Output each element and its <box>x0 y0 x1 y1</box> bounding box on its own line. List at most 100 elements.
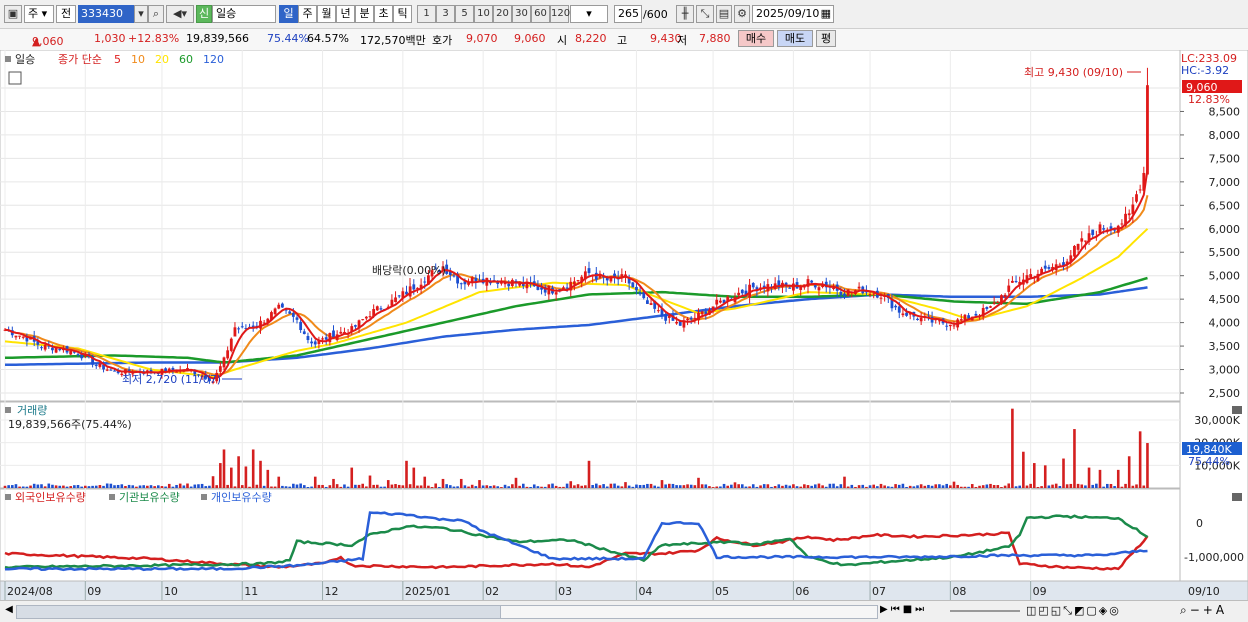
stock-chart[interactable]: 8,500 8,000 7,500 7,000 6,500 6,000 5,500 5,000… <box>0 49 1248 602</box>
volume-bar <box>609 483 613 488</box>
scroll-thumb[interactable] <box>500 605 878 619</box>
holders-close-icon[interactable] <box>1232 493 1242 501</box>
draw-tool-icon[interactable]: ⤡ <box>696 5 714 23</box>
volume-bar <box>251 449 255 488</box>
volume-bar <box>405 460 408 488</box>
interval-button-10[interactable]: 10 <box>474 5 493 23</box>
volume-bar <box>456 486 459 488</box>
period-tab-4[interactable]: 분 <box>355 5 374 23</box>
candle-body <box>299 321 303 331</box>
volume-bar <box>1040 486 1043 488</box>
candle-body <box>277 304 281 309</box>
volume-bar <box>1120 486 1124 488</box>
period-tab-3[interactable]: 년 <box>336 5 355 23</box>
count-max: /600 <box>643 8 668 21</box>
volume-bar <box>861 484 865 488</box>
period-tab-2[interactable]: 월 <box>317 5 336 23</box>
prev-button[interactable]: 전 <box>56 5 76 23</box>
zoom-slider[interactable] <box>950 610 1020 612</box>
zoom-controls[interactable]: ⌕−+A <box>1180 603 1227 618</box>
sound-icon[interactable]: ◀▾ <box>166 5 194 23</box>
volume-bar <box>219 463 222 488</box>
candle-body <box>375 306 379 311</box>
period-tab-1[interactable]: 주 <box>298 5 317 23</box>
interval-button-1[interactable]: 1 <box>417 5 436 23</box>
stock-code-input[interactable]: 333430 <box>78 5 134 23</box>
scroll-left-icon[interactable]: ◀ <box>3 604 15 618</box>
volume-bar <box>416 485 419 488</box>
period-tab-0[interactable]: 일 <box>279 5 298 23</box>
interval-custom-select[interactable]: ▾ <box>570 5 608 23</box>
market-select[interactable]: 주 ▾ <box>24 5 54 23</box>
interval-button-3[interactable]: 3 <box>436 5 455 23</box>
interval-button-5[interactable]: 5 <box>455 5 474 23</box>
playback-controls[interactable]: ▶⏮■⏭ <box>880 604 927 615</box>
candle-body <box>1011 280 1014 283</box>
candle-body <box>240 326 244 328</box>
price-panel[interactable] <box>0 49 1181 402</box>
volume-bar <box>255 484 259 488</box>
candle-type-icon[interactable]: ╫ <box>676 5 694 23</box>
period-tab-5[interactable]: 초 <box>374 5 393 23</box>
period-tab-6[interactable]: 틱 <box>393 5 412 23</box>
calendar-icon[interactable]: ▦ <box>821 6 831 22</box>
panel-menu-icon[interactable] <box>5 56 11 62</box>
volume-bar <box>671 483 675 488</box>
volume-bar <box>989 483 992 488</box>
volume-menu-icon[interactable] <box>5 407 11 413</box>
buy-button[interactable]: 매수 <box>738 30 774 47</box>
volume-bar <box>956 484 959 488</box>
layout-icon[interactable]: ▣ <box>4 5 22 23</box>
volume-bar <box>762 484 766 488</box>
candle-body <box>879 297 883 299</box>
volume-bar <box>806 485 810 488</box>
interval-button-30[interactable]: 30 <box>512 5 531 23</box>
volume-bar <box>303 485 306 488</box>
volume-bar <box>605 486 609 488</box>
scroll-track[interactable] <box>16 605 502 619</box>
candle-body <box>423 281 427 283</box>
volume-close-icon[interactable] <box>1232 406 1242 414</box>
price-tick-label: 8,500 <box>1209 105 1241 118</box>
x-tick-label: 03 <box>558 585 572 598</box>
low-price: 7,880 <box>699 32 731 45</box>
candle-body <box>1120 223 1124 225</box>
volume-bar <box>434 483 437 488</box>
candle-body <box>945 325 949 327</box>
save-icon[interactable]: ▤ <box>716 5 732 23</box>
volume-bar <box>157 485 160 488</box>
code-dropdown-icon[interactable]: ▾ <box>134 5 148 23</box>
sell-button[interactable]: 매도 <box>777 30 813 47</box>
volume-bar <box>843 476 846 488</box>
volume-bar <box>244 466 248 488</box>
volume-bar <box>627 485 631 488</box>
count-input[interactable]: 265 <box>614 5 642 23</box>
interval-button-60[interactable]: 60 <box>531 5 550 23</box>
volume-bar <box>11 485 14 488</box>
volume-bar <box>1022 451 1025 488</box>
even-button[interactable]: 평 <box>816 30 836 47</box>
interval-button-20[interactable]: 20 <box>493 5 512 23</box>
volume-bar <box>1087 467 1091 488</box>
date-input[interactable]: 2025/09/10 ▦ <box>752 5 834 23</box>
interval-button-120[interactable]: 120 <box>550 5 570 23</box>
volume-bar <box>649 483 653 488</box>
volume-bar <box>536 486 540 488</box>
volume-bar <box>1091 484 1094 488</box>
volume-bar <box>525 486 529 488</box>
stock-name-field[interactable]: 일승 <box>212 5 276 23</box>
hc-label: HC:-3.92 <box>1181 64 1229 77</box>
ma-legend-20: 20 <box>155 53 169 66</box>
volume-bar <box>905 486 908 488</box>
search-icon[interactable]: ⌕ <box>148 5 164 23</box>
volume-bar <box>54 485 58 488</box>
tool-icons[interactable]: ◫◰◱⤡◩▢◈◎ <box>1026 604 1121 618</box>
volume-bar <box>653 485 656 488</box>
volume-bar <box>642 484 646 488</box>
volume-bar <box>803 484 806 488</box>
calendar-icon[interactable] <box>8 71 22 85</box>
x-tick-label: 07 <box>872 585 886 598</box>
volume-bar <box>146 485 149 488</box>
gear-icon[interactable]: ⚙ <box>734 5 750 23</box>
candle-body <box>897 306 901 313</box>
